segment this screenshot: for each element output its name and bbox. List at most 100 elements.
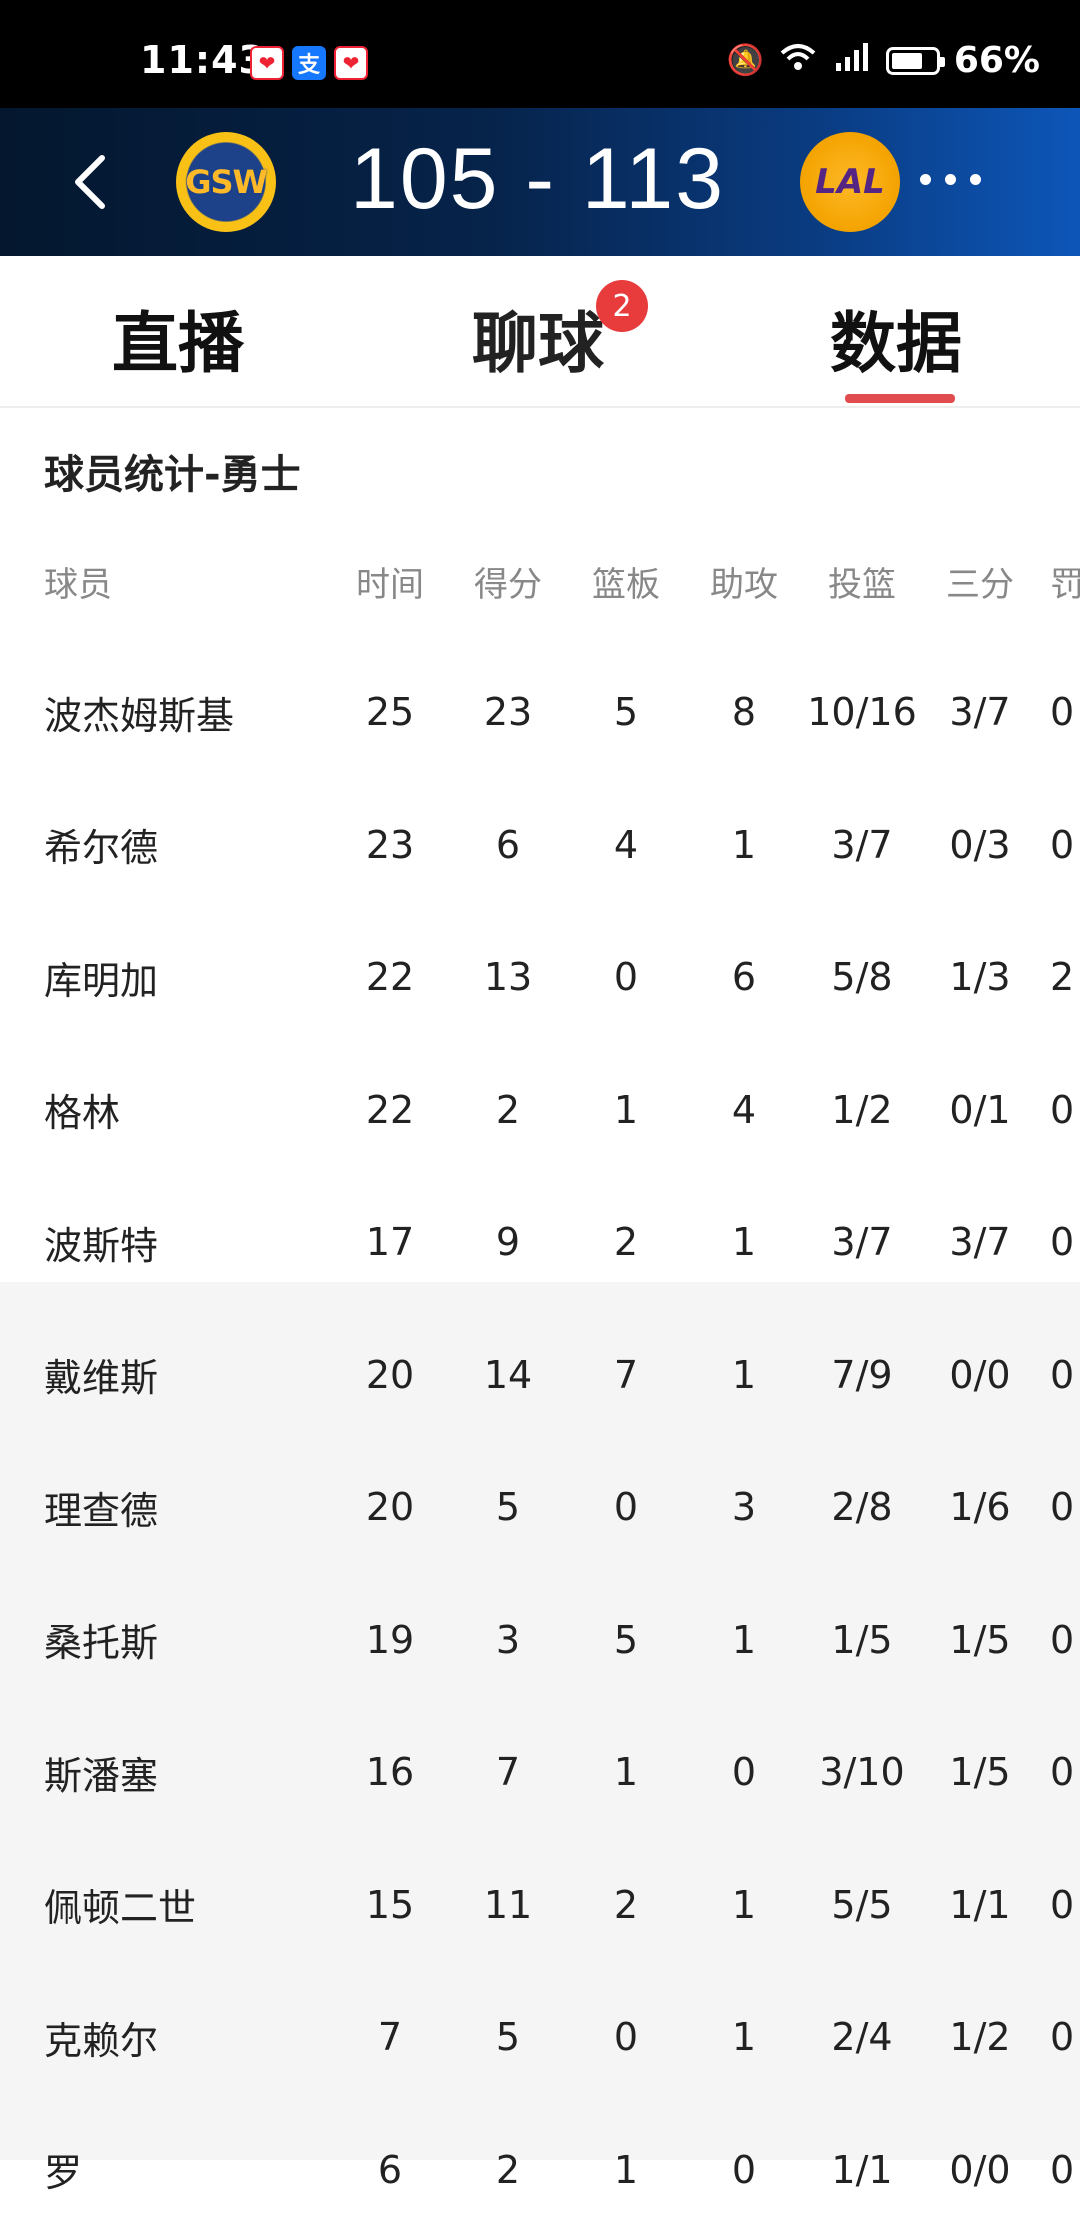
table-header: 球员 时间 得分 篮板 助攻 投篮 三分 罚 [0, 516, 1080, 646]
stat-cell: 5/5 [831, 1882, 893, 1927]
stat-cell: 5 [495, 1485, 521, 1529]
stat-cell: 3/7 [831, 1220, 893, 1264]
stat-cell: 9 [495, 1220, 521, 1264]
stat-cell: 1 [731, 1882, 757, 1927]
stat-cell: 0 [613, 1485, 639, 1529]
stat-cell: 1/5 [949, 1617, 1011, 1662]
stat-cell: 8 [731, 690, 757, 734]
table-row[interactable]: 波斯特 17 9 2 1 3/7 3/7 0 [0, 1176, 1080, 1308]
stat-cell: 3/7 [949, 690, 1011, 734]
stat-cell: 0/0 [949, 2147, 1011, 2192]
player-name[interactable]: 戴维斯 [44, 1309, 344, 1441]
away-team-logo[interactable]: LAL [800, 132, 900, 232]
stat-cell: 0 [1050, 1352, 1075, 1397]
tab-data[interactable]: 数据 [830, 290, 962, 386]
stat-cell: 0 [613, 2015, 639, 2059]
column-header[interactable]: 得分 [458, 516, 558, 646]
player-name[interactable]: 希尔德 [44, 779, 344, 911]
stat-cell: 23 [365, 822, 415, 867]
stat-cell: 0 [731, 1750, 757, 1794]
stat-cell: 0 [1050, 2147, 1075, 2192]
stat-cell: 0 [613, 955, 639, 999]
stat-cell: 1 [731, 1617, 757, 1662]
stat-cell: 11 [483, 1882, 533, 1927]
back-button[interactable] [62, 150, 122, 210]
player-name[interactable]: 波杰姆斯基 [44, 646, 344, 778]
player-name[interactable]: 波斯特 [44, 1176, 344, 1308]
stat-cell: 3/7 [831, 822, 893, 867]
stat-cell: 0 [1050, 690, 1075, 734]
player-name[interactable]: 库明加 [44, 911, 344, 1043]
player-name[interactable]: 格林 [44, 1044, 344, 1176]
stat-cell: 0/0 [949, 1352, 1011, 1397]
table-row[interactable]: 斯潘塞 16 7 1 0 3/10 1/5 0 [0, 1706, 1080, 1838]
table-row[interactable]: 波杰姆斯基 25 23 5 8 10/16 3/7 0 [0, 646, 1080, 778]
player-name[interactable]: 斯潘塞 [44, 1706, 344, 1838]
stat-cell: 15 [365, 1882, 415, 1927]
stat-cell: 1 [613, 1750, 639, 1794]
table-row[interactable]: 桑托斯 19 3 5 1 1/5 1/5 0 [0, 1574, 1080, 1706]
table-row[interactable]: 库明加 22 13 0 6 5/8 1/3 2 [0, 911, 1080, 1043]
stat-cell: 1/6 [949, 1485, 1011, 1529]
column-header[interactable]: 时间 [340, 516, 440, 646]
table-row[interactable]: 戴维斯 20 14 7 1 7/9 0/0 0 [0, 1309, 1080, 1441]
column-header[interactable]: 罚 [1050, 516, 1080, 646]
stat-cell: 10/16 [807, 690, 917, 734]
column-header[interactable]: 三分 [930, 516, 1030, 646]
alipay-icon: 支 [292, 46, 326, 80]
player-name[interactable]: 理查德 [44, 1441, 344, 1573]
column-header[interactable]: 篮板 [576, 516, 676, 646]
stat-cell: 7/9 [831, 1352, 893, 1397]
stat-cell: 4 [731, 1087, 757, 1132]
column-header[interactable]: 投篮 [812, 516, 912, 646]
stat-cell: 4 [613, 822, 639, 867]
stat-cell: 22 [365, 955, 415, 999]
player-name[interactable]: 罗 [44, 2104, 344, 2236]
stat-cell: 1/2 [949, 2015, 1011, 2059]
stat-cell: 0 [1050, 1617, 1075, 1662]
status-time: 11:43 [140, 38, 266, 82]
stat-cell: 13 [483, 955, 533, 999]
tab-bar: 直播 聊球 2 数据 [0, 256, 1080, 408]
chat-badge: 2 [596, 280, 648, 332]
stat-cell: 2 [1050, 955, 1075, 999]
stat-cell: 6 [731, 955, 757, 999]
tab-chat[interactable]: 聊球 [472, 290, 604, 386]
notification-icons: ❤ 支 ❤ [250, 46, 368, 80]
stat-cell: 2 [495, 2147, 521, 2192]
player-name[interactable]: 桑托斯 [44, 1574, 344, 1706]
score-header: GSW 105 - 113 LAL [0, 108, 1080, 256]
table-row[interactable]: 克赖尔 7 5 0 1 2/4 1/2 0 [0, 1971, 1080, 2103]
stat-cell: 1/1 [831, 2147, 893, 2192]
more-options-button[interactable] [920, 174, 981, 185]
stat-cell: 1/1 [949, 1882, 1011, 1927]
stat-cell: 1 [731, 822, 757, 867]
stat-cell: 14 [483, 1352, 533, 1397]
battery-percent: 66% [953, 40, 1040, 81]
stat-cell: 3/7 [949, 1220, 1011, 1264]
stat-cell: 0 [731, 2147, 757, 2192]
stat-cell: 20 [365, 1352, 415, 1397]
mute-bell-icon: 🔕 [726, 43, 764, 78]
status-right: 🔕 66% [726, 40, 1040, 81]
stat-cell: 7 [377, 2015, 403, 2059]
stat-cell: 0 [1050, 822, 1075, 867]
table-row[interactable]: 希尔德 23 6 4 1 3/7 0/3 0 [0, 779, 1080, 911]
column-header[interactable]: 助攻 [694, 516, 794, 646]
stat-cell: 0 [1050, 1220, 1075, 1264]
stat-cell: 3 [495, 1617, 521, 1662]
status-bar: 11:43 ❤ 支 ❤ 🔕 66% [0, 0, 1080, 108]
table-row[interactable]: 佩顿二世 15 11 2 1 5/5 1/1 0 [0, 1839, 1080, 1971]
app-notification-icon: ❤ [250, 46, 284, 80]
player-name[interactable]: 克赖尔 [44, 1971, 344, 2103]
player-name[interactable]: 佩顿二世 [44, 1839, 344, 1971]
table-row[interactable]: 格林 22 2 1 4 1/2 0/1 0 [0, 1044, 1080, 1176]
stat-cell: 6 [377, 2147, 403, 2192]
home-team-logo[interactable]: GSW [176, 132, 276, 232]
stat-cell: 5 [613, 690, 639, 734]
stat-cell: 0 [1050, 1485, 1075, 1529]
table-row[interactable]: 理查德 20 5 0 3 2/8 1/6 0 [0, 1441, 1080, 1573]
table-row[interactable]: 罗 6 2 1 0 1/1 0/0 0 [0, 2104, 1080, 2236]
stat-cell: 3/10 [819, 1750, 905, 1794]
tab-live[interactable]: 直播 [112, 290, 244, 386]
